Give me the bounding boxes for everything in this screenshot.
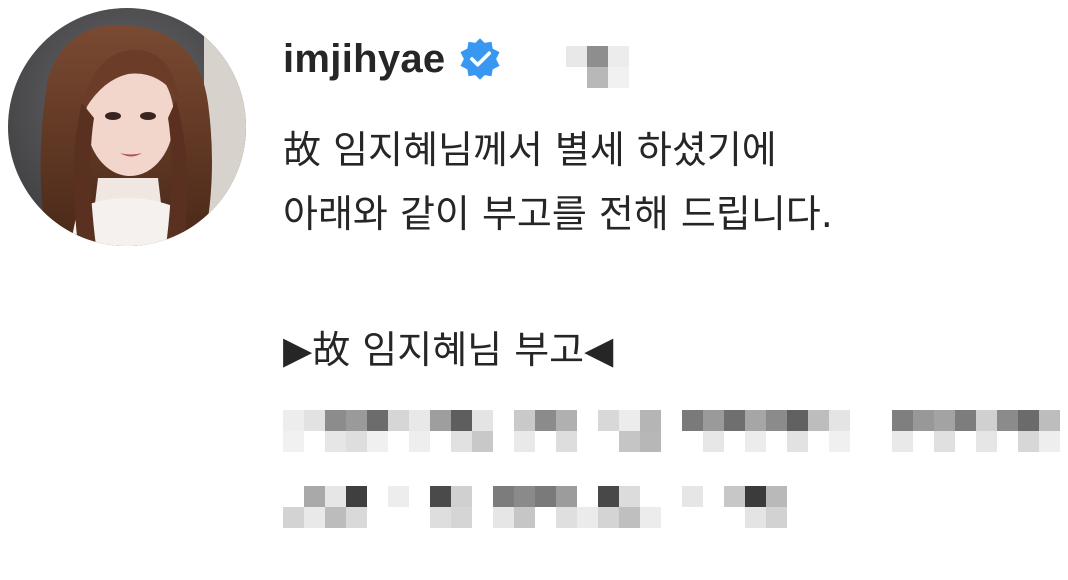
profile-avatar[interactable] bbox=[8, 8, 246, 246]
instagram-post: imjihyae 故 임지혜님께서 별세 하셨기에 아래와 같이 부고를 전해 … bbox=[0, 0, 1068, 580]
redacted-timestamp bbox=[560, 42, 640, 88]
caption-line: 故 임지혜님께서 별세 하셨기에 bbox=[283, 128, 777, 172]
username-row: imjihyae bbox=[283, 28, 503, 90]
redacted-text-line bbox=[283, 480, 803, 542]
redacted-text-line bbox=[283, 408, 1068, 470]
profile-photo bbox=[8, 8, 246, 246]
obituary-heading: ▶故 임지혜님 부고◀ bbox=[283, 328, 614, 372]
username[interactable]: imjihyae bbox=[283, 37, 445, 82]
caption-line: 아래와 같이 부고를 전해 드립니다. bbox=[283, 192, 833, 236]
post-caption: 故 임지혜님께서 별세 하셨기에 아래와 같이 부고를 전해 드립니다. bbox=[283, 118, 833, 246]
verified-badge-icon bbox=[460, 38, 501, 80]
